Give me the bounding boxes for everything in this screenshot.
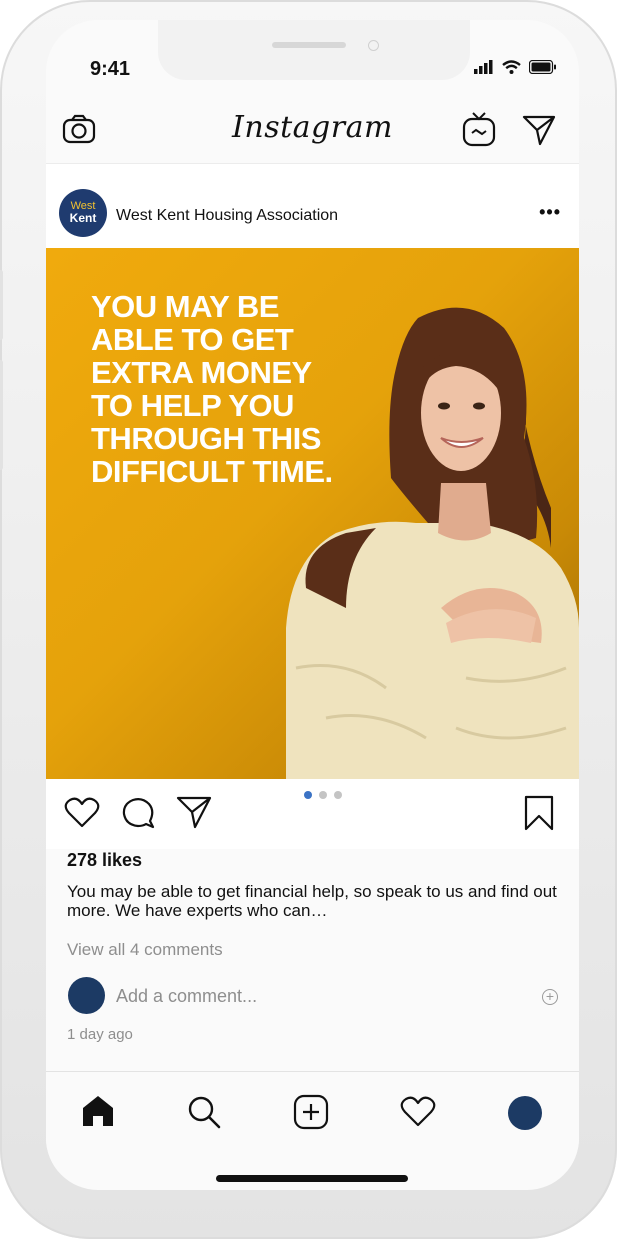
carousel-dot-active [304,791,312,799]
share-icon[interactable] [176,795,212,829]
signal-icon [474,60,493,74]
post-card: West Kent West Kent Housing Association … [46,163,579,849]
speaker [272,42,346,48]
post-actions [46,779,579,849]
home-icon[interactable] [80,1094,116,1128]
comment-icon[interactable] [121,797,155,829]
direct-message-icon[interactable] [522,114,556,146]
likes-count[interactable]: 278 likes [67,850,142,871]
add-comment-input[interactable]: Add a comment... [116,986,257,1007]
carousel-dot [334,791,342,799]
search-icon[interactable] [186,1094,222,1130]
post-header: West Kent West Kent Housing Association … [46,164,579,248]
new-post-icon[interactable] [293,1094,329,1130]
post-caption: You may be able to get financial help, s… [67,882,557,920]
igtv-icon[interactable] [462,111,496,147]
status-icons [474,60,557,74]
phone-side-button [0,360,3,470]
bookmark-icon[interactable] [524,795,554,831]
heart-icon[interactable] [64,797,100,829]
instagram-logo: Instagram [232,110,393,145]
bottom-tab-bar [46,1071,579,1171]
phone-screen: 9:41 Instagram West Kent West Kent Housi… [46,20,579,1190]
battery-icon [529,60,556,74]
activity-heart-icon[interactable] [400,1096,436,1128]
carousel-dot [319,791,327,799]
wifi-icon [502,60,521,74]
status-time: 9:41 [90,58,131,80]
account-avatar[interactable]: West Kent [59,189,107,237]
notch [158,20,470,80]
phone-side-button [0,270,3,340]
user-avatar [68,977,105,1014]
app-header: Instagram [46,100,579,160]
avatar-logo-line: Kent [69,211,97,225]
account-name[interactable]: West Kent Housing Association [116,207,338,225]
post-timestamp: 1 day ago [67,1026,133,1043]
post-image[interactable]: YOU MAY BE ABLE TO GET EXTRA MONEY TO HE… [46,248,579,779]
phone-frame: 9:41 Instagram West Kent West Kent Housi… [0,0,617,1239]
woman-photo [286,307,579,779]
home-indicator [216,1175,408,1182]
profile-avatar[interactable] [508,1096,542,1130]
more-options-icon[interactable]: ••• [539,202,561,223]
carousel-indicator [304,791,342,799]
view-all-comments-link[interactable]: View all 4 comments [67,940,223,960]
front-camera [368,40,379,51]
add-emoji-icon[interactable]: + [542,989,558,1005]
